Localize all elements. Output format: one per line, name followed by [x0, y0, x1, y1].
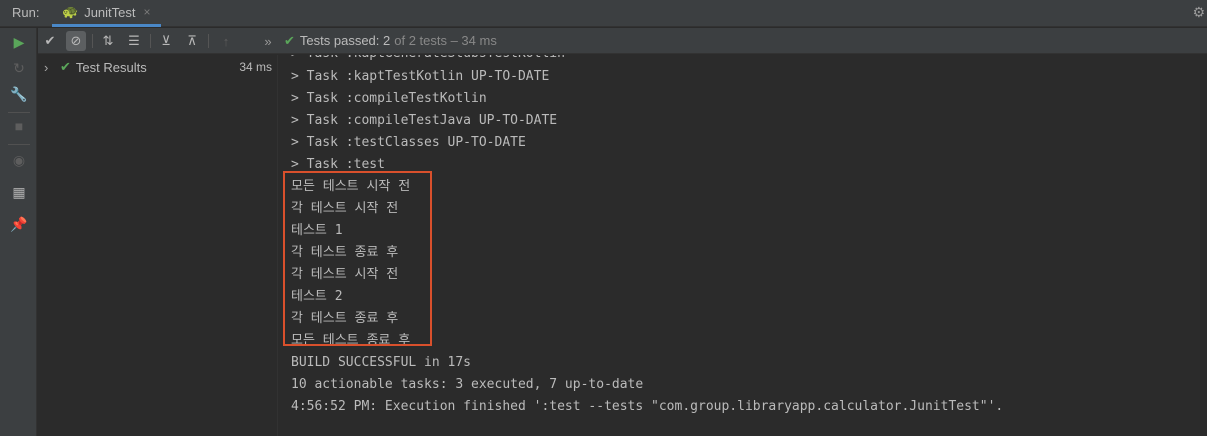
tests-passed-text: Tests passed: 2 [299, 33, 391, 48]
console-line: > Task :kaptGenerateStubsTestKotlin [291, 55, 565, 65]
run-label: Run: [12, 5, 40, 20]
console-line: 테스트 2 [291, 289, 343, 304]
tab-junittest[interactable]: 🐢 JunitTest × [52, 0, 161, 27]
turtle-icon: 🐢 [62, 4, 79, 19]
tests-detail-text: of 2 tests – 34 ms [394, 33, 497, 48]
console-line: 모든 테스트 종료 후 [291, 333, 411, 348]
console-line: > Task :compileTestJava UP-TO-DATE [291, 113, 558, 128]
run-toolwindow-header: Run: 🐢 JunitTest × ⚙ [0, 0, 1207, 27]
layout-icon[interactable]: ▦ [9, 182, 29, 202]
console-line: 각 테스트 종료 후 [291, 245, 399, 260]
show-ignored-icon[interactable]: ⊘ [66, 31, 86, 51]
rerun-icon[interactable]: ▶ [9, 32, 29, 52]
wrench-icon[interactable]: 🔧 [9, 84, 29, 104]
passed-check-icon: ✔ [284, 32, 295, 48]
left-toolbar: ▶ ↻ 🔧 ■ ◉ ▦ 📌 [0, 28, 37, 436]
sort-duration-icon[interactable]: ☰ [124, 31, 144, 51]
stop-icon[interactable]: ■ [9, 116, 29, 136]
eye-icon[interactable]: ◉ [9, 150, 29, 170]
gear-icon[interactable]: ⚙ [1192, 4, 1205, 21]
console-output[interactable]: > Task :kaptGenerateStubsTestKotlin > Ta… [279, 55, 1207, 436]
tree-item-duration: 34 ms [239, 60, 272, 74]
chevron-right-icon[interactable]: › [44, 60, 56, 75]
pin-icon[interactable]: 📌 [9, 214, 29, 234]
toolbar-divider [8, 144, 30, 145]
console-line: 각 테스트 시작 전 [291, 201, 399, 216]
passed-check-icon: ✔ [60, 59, 71, 74]
console-line: 테스트 1 [291, 223, 343, 238]
test-results-tree: › ✔ Test Results 34 ms [38, 55, 278, 436]
toolbar-divider [150, 34, 151, 48]
collapse-all-icon[interactable]: ⊼ [182, 31, 202, 51]
rerun-failed-icon[interactable]: ↻ [9, 58, 29, 78]
tab-label: JunitTest [84, 4, 136, 20]
console-line: BUILD SUCCESSFUL in 17s [291, 355, 472, 370]
console-line: 각 테스트 종료 후 [291, 311, 399, 326]
toolbar-divider [8, 112, 30, 113]
console-line: > Task :test [291, 157, 385, 172]
up-arrow-icon[interactable]: ↑ [216, 31, 236, 51]
test-status-bar: ✔ Tests passed: 2 of 2 tests – 34 ms [278, 28, 1207, 54]
console-line: 각 테스트 시작 전 [291, 267, 399, 282]
console-line: 4:56:52 PM: Execution finished ':test --… [291, 399, 1004, 414]
sort-alpha-icon[interactable]: ⇅ [98, 31, 118, 51]
console-line: 10 actionable tasks: 3 executed, 7 up-to… [291, 377, 644, 392]
more-chevron-icon[interactable]: » [258, 31, 278, 51]
tree-item-label: Test Results [75, 59, 147, 75]
close-icon[interactable]: × [144, 5, 151, 19]
expand-all-icon[interactable]: ⊻ [156, 31, 176, 51]
tree-item-test-results[interactable]: › ✔ Test Results 34 ms [38, 57, 278, 77]
console-line: > Task :kaptTestKotlin UP-TO-DATE [291, 69, 550, 84]
console-line: > Task :compileTestKotlin [291, 91, 487, 106]
toolbar-divider [92, 34, 93, 48]
show-passed-icon[interactable]: ✔ [40, 31, 60, 51]
console-line: 모든 테스트 시작 전 [291, 179, 411, 194]
test-tree-toolbar: ✔ ⊘ ⇅ ☰ ⊻ ⊼ ↑ » [38, 28, 278, 54]
console-line: > Task :testClasses UP-TO-DATE [291, 135, 526, 150]
toolbar-divider [208, 34, 209, 48]
